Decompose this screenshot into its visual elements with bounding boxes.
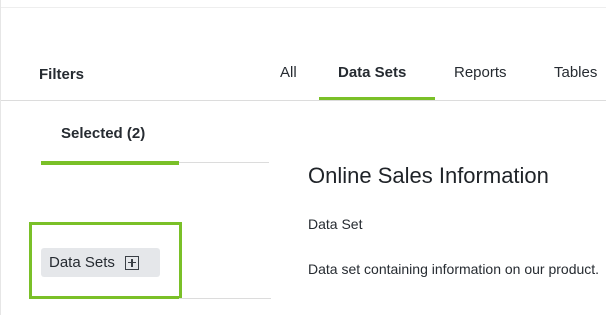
filter-chip-label: Data Sets [49,254,115,271]
result-description: Data set containing information on our p… [308,261,600,277]
tab-reports[interactable]: Reports [454,64,507,81]
sidebar-bottom-divider [179,298,271,299]
selected-tab-indicator [41,161,179,165]
tab-tables[interactable]: Tables [554,64,597,81]
page: Filters All Data Sets Reports Tables Sel… [0,0,606,315]
plus-square-icon[interactable] [124,255,139,270]
filters-heading: Filters [39,66,85,83]
tab-all[interactable]: All [280,64,297,81]
result-title[interactable]: Online Sales Information [308,163,549,189]
result-type: Data Set [308,216,363,232]
tab-selected-filters[interactable]: Selected (2) [61,125,145,142]
filter-chip-data-sets[interactable]: Data Sets [41,248,160,277]
top-divider [1,7,606,8]
header-divider [1,100,606,101]
tab-data-sets[interactable]: Data Sets [338,64,406,81]
